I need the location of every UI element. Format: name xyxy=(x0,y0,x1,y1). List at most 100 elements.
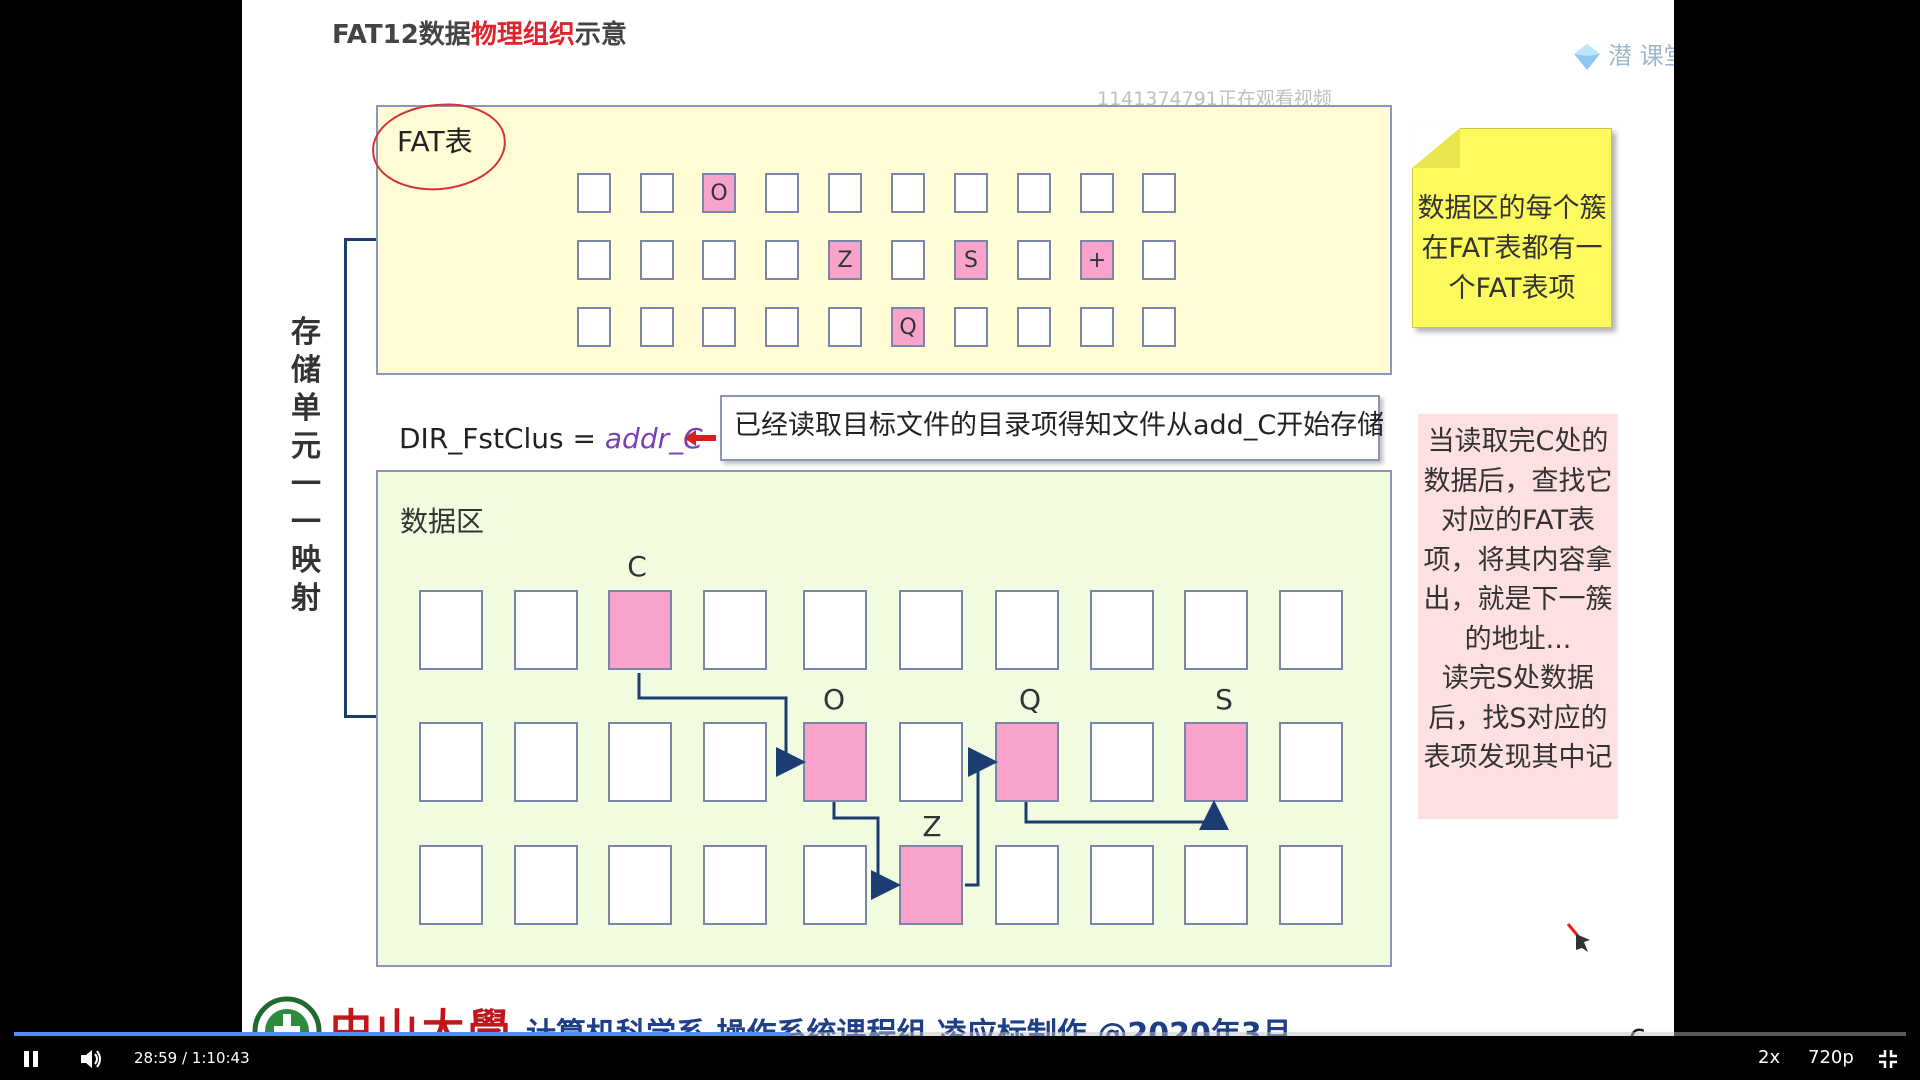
playback-time: 28:59 / 1:10:43 xyxy=(134,1049,250,1067)
pink-line-7: 读完S处数据 xyxy=(1441,663,1595,694)
mapping-bracket xyxy=(344,238,347,718)
data-cluster-cell xyxy=(608,722,672,802)
fat-entry-cell xyxy=(1017,307,1051,347)
player-control-bar xyxy=(0,1030,1920,1080)
data-cluster-cell xyxy=(995,845,1059,925)
fat-entry-cell xyxy=(828,173,862,213)
fat-entry-cell xyxy=(640,173,674,213)
fat-entry-cell xyxy=(1017,173,1051,213)
fat-entry-cell xyxy=(1080,307,1114,347)
fat-entry-cell: + xyxy=(1080,240,1114,280)
data-cluster-cell xyxy=(1090,845,1154,925)
data-cluster-cell xyxy=(419,845,483,925)
directory-note-callout: 已经读取目标文件的目录项得知文件从add_C开始存储 xyxy=(720,395,1384,461)
slide: FAT12数据物理组织示意 潜 课堂 1141374791正在观看视频 FAT表… xyxy=(242,0,1674,1036)
mapping-vertical-label: 存储单元一一映射 xyxy=(288,314,324,618)
fat-entry-cell: Q xyxy=(891,307,925,347)
data-cluster-cell xyxy=(1279,590,1343,670)
fat-entry-cell: O xyxy=(702,173,736,213)
mapping-bracket-bottom xyxy=(344,715,376,718)
fat-entry-cell xyxy=(1080,173,1114,213)
data-cluster-cell xyxy=(899,722,963,802)
cluster-letter-s: S xyxy=(1215,683,1233,716)
sticky-note-fold xyxy=(1412,128,1460,168)
vertical-label-char: 映 xyxy=(291,543,321,578)
pause-icon[interactable] xyxy=(20,1048,42,1070)
fat-entry-cell: S xyxy=(954,240,988,280)
fat-entry-cell xyxy=(1017,240,1051,280)
logo-gem-icon xyxy=(1574,44,1600,70)
data-cluster-cell xyxy=(1279,722,1343,802)
fat-entry-cell xyxy=(954,173,988,213)
pink-line-4: 项，将其内容拿 xyxy=(1423,544,1613,576)
vertical-label-char: 元 xyxy=(291,429,321,464)
data-cluster-cell xyxy=(419,722,483,802)
data-cluster-cell xyxy=(1279,845,1343,925)
volume-icon[interactable] xyxy=(78,1046,104,1072)
dir-fstclus-label: DIR_FstClus = addr_C xyxy=(399,422,703,455)
data-cluster-cell xyxy=(514,590,578,670)
fat-entry-cell xyxy=(577,240,611,280)
cluster-letter-c: C xyxy=(627,550,647,583)
data-cluster-cell xyxy=(1184,590,1248,670)
data-cluster-cell xyxy=(899,845,963,925)
vertical-label-char: 一 xyxy=(291,505,321,540)
fat-entry-cell xyxy=(577,173,611,213)
fat-entry-cell xyxy=(1142,173,1176,213)
platform-logo: 潜 课堂 xyxy=(1572,36,1674,72)
sticky-line-1: 数据区的每个簇 xyxy=(1417,193,1607,224)
data-cluster-cell xyxy=(1184,722,1248,802)
data-cluster-cell xyxy=(803,590,867,670)
data-cluster-cell xyxy=(608,845,672,925)
fat-entry-cell xyxy=(702,307,736,347)
pink-line-5: 出，就是下一簇 xyxy=(1423,584,1613,615)
data-cluster-cell xyxy=(514,722,578,802)
vertical-label-char: 储 xyxy=(291,353,321,388)
sticky-line-2: 在FAT表都有一 xyxy=(1421,233,1603,264)
pink-line-3: 对应的FAT表 xyxy=(1441,505,1595,536)
video-quality-button[interactable]: 720p xyxy=(1808,1047,1854,1068)
fat-entry-cell xyxy=(891,240,925,280)
fat-entry-cell xyxy=(640,240,674,280)
data-cluster-cell xyxy=(899,590,963,670)
fat-entry-cell xyxy=(765,240,799,280)
fat-entry-cell xyxy=(577,307,611,347)
vertical-label-char: 存 xyxy=(291,315,321,350)
data-area-label: 数据区 xyxy=(400,505,485,538)
pink-line-2: 数据后，查找它 xyxy=(1423,465,1613,497)
cluster-letter-z: Z xyxy=(922,810,942,843)
data-cluster-cell xyxy=(514,845,578,925)
fat-entry-cell xyxy=(1142,307,1176,347)
slide-title: FAT12数据物理组织示意 xyxy=(332,20,627,50)
pink-line-9: 表项发现其中记 xyxy=(1423,742,1613,773)
cluster-letter-q: Q xyxy=(1018,683,1042,716)
laser-pointer-icon xyxy=(1566,923,1590,952)
fat-table-panel xyxy=(376,105,1392,375)
progress-bar[interactable] xyxy=(14,1032,1906,1036)
data-cluster-cell xyxy=(995,722,1059,802)
data-cluster-cell xyxy=(1184,845,1248,925)
cluster-letter-o: O xyxy=(822,683,846,716)
vertical-label-char: 一 xyxy=(291,467,321,502)
fat-entry-cell xyxy=(765,307,799,347)
playback-speed-button[interactable]: 2x xyxy=(1758,1047,1780,1068)
data-cluster-cell xyxy=(1090,590,1154,670)
progress-fill xyxy=(14,1032,790,1036)
data-cluster-cell xyxy=(703,722,767,802)
left-arrow-icon xyxy=(684,430,716,446)
pink-line-8: 后，找S对应的 xyxy=(1428,702,1608,734)
fat-entry-cell xyxy=(1142,240,1176,280)
pink-line-1: 当读取完C处的 xyxy=(1427,426,1609,457)
fat-entry-cell xyxy=(702,240,736,280)
vertical-label-char: 单 xyxy=(291,391,321,426)
read-process-note: 当读取完C处的 数据后，查找它 对应的FAT表 项，将其内容拿 出，就是下一簇 … xyxy=(1418,414,1618,819)
fat-entry-cell xyxy=(828,307,862,347)
fat-entry-cell xyxy=(640,307,674,347)
vertical-label-char: 射 xyxy=(291,581,321,616)
exit-fullscreen-icon[interactable] xyxy=(1878,1049,1898,1069)
data-cluster-cell xyxy=(703,590,767,670)
sticky-line-3: 个FAT表项 xyxy=(1448,273,1576,304)
data-cluster-cell xyxy=(803,845,867,925)
fat-entry-cell xyxy=(954,307,988,347)
data-cluster-cell xyxy=(608,590,672,670)
